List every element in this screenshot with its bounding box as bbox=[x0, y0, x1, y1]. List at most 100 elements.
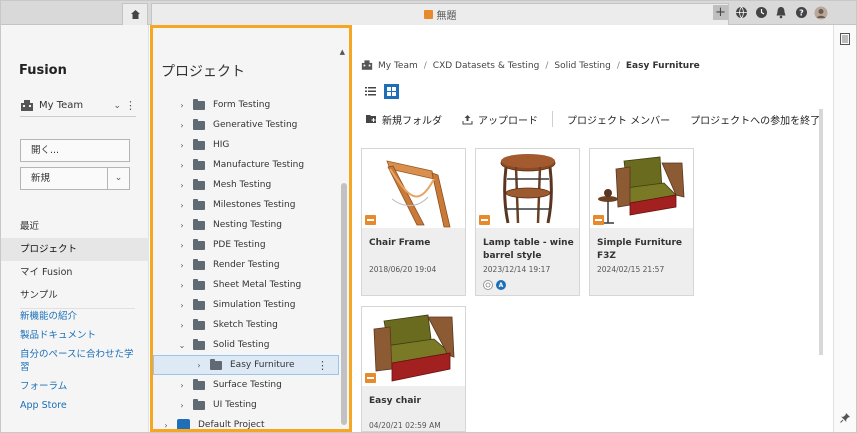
chevron-right-icon[interactable]: › bbox=[177, 401, 187, 410]
help-icon[interactable]: ? bbox=[794, 6, 808, 20]
tree-item-label: Simulation Testing bbox=[213, 300, 296, 310]
bell-icon[interactable] bbox=[774, 6, 788, 20]
tree-item-folder[interactable]: › Sketch Testing bbox=[153, 315, 339, 335]
folder-icon bbox=[193, 238, 205, 250]
svg-text:?: ? bbox=[799, 9, 804, 18]
design-thumbnail bbox=[362, 307, 465, 386]
chevron-right-icon[interactable]: › bbox=[177, 321, 187, 330]
tree-item-folder[interactable]: › Nesting Testing bbox=[153, 215, 339, 235]
chevron-down-icon[interactable]: ⌄ bbox=[177, 341, 187, 350]
tree-item-project[interactable]: › Default Project bbox=[153, 415, 339, 430]
leave-project-button[interactable]: プロジェクトへの参加を終了 bbox=[690, 112, 820, 127]
panel-icon[interactable] bbox=[839, 33, 851, 45]
link-app-store[interactable]: App Store bbox=[1, 399, 149, 412]
design-card[interactable]: Chair Frame 2018/06/20 19:04 bbox=[361, 148, 466, 296]
nav-item-projects[interactable]: プロジェクト bbox=[1, 238, 149, 261]
tree-item-folder[interactable]: ⌄ Solid Testing bbox=[153, 335, 339, 355]
chevron-right-icon[interactable]: › bbox=[177, 261, 187, 270]
upload-button[interactable]: アップロード bbox=[462, 112, 538, 127]
chevron-right-icon[interactable]: › bbox=[177, 201, 187, 210]
fusion-file-icon bbox=[365, 373, 376, 383]
scroll-up-arrow-icon[interactable]: ▲ bbox=[340, 48, 345, 56]
tree-scrollbar[interactable] bbox=[341, 183, 347, 425]
tree-item-folder[interactable]: › Sheet Metal Testing bbox=[153, 275, 339, 295]
home-tab[interactable] bbox=[122, 3, 148, 25]
tree-item-folder[interactable]: › Surface Testing bbox=[153, 375, 339, 395]
new-folder-button[interactable]: 新規フォルダ bbox=[366, 112, 442, 127]
folder-icon bbox=[193, 138, 205, 150]
document-tab[interactable]: 無題 × bbox=[151, 3, 729, 25]
design-card[interactable]: Easy chair 04/20/21 02:59 AM bbox=[361, 306, 466, 432]
left-navigation: Fusion My Team ⌄ ⋮ 開く... 新規 ⌄ 最近 プロジェクト … bbox=[1, 25, 149, 432]
main-scrollbar[interactable] bbox=[819, 109, 823, 355]
tree-item-folder[interactable]: › PDE Testing bbox=[153, 235, 339, 255]
folder-icon bbox=[193, 118, 205, 130]
design-thumbnail bbox=[476, 149, 579, 228]
team-kebab-icon[interactable]: ⋮ bbox=[125, 99, 136, 112]
chevron-right-icon[interactable]: › bbox=[177, 221, 187, 230]
chevron-right-icon[interactable]: › bbox=[194, 361, 204, 370]
link-whats-new[interactable]: 新機能の紹介 bbox=[1, 310, 149, 323]
chevron-right-icon[interactable]: › bbox=[177, 101, 187, 110]
tree-item-folder[interactable]: › UI Testing bbox=[153, 395, 339, 415]
open-button[interactable]: 開く... bbox=[20, 139, 130, 162]
list-view-icon[interactable] bbox=[363, 84, 378, 99]
tree-item-label: Sketch Testing bbox=[213, 320, 278, 330]
chevron-right-icon[interactable]: › bbox=[161, 421, 171, 430]
chevron-right-icon[interactable]: › bbox=[177, 141, 187, 150]
grid-view-icon[interactable] bbox=[384, 84, 399, 99]
design-date: 2023/12/14 19:17 bbox=[483, 265, 551, 274]
upload-icon bbox=[462, 114, 473, 124]
breadcrumb-item-team[interactable]: My Team bbox=[378, 61, 418, 71]
team-selector[interactable]: My Team ⌄ ⋮ bbox=[20, 95, 136, 117]
tree-item-folder[interactable]: › Simulation Testing bbox=[153, 295, 339, 315]
design-card[interactable]: Simple Furniture F3Z 2024/02/15 21:57 bbox=[589, 148, 694, 296]
design-thumbnail bbox=[590, 149, 693, 228]
chevron-right-icon[interactable]: › bbox=[177, 121, 187, 130]
new-dropdown-chevron-icon[interactable]: ⌄ bbox=[108, 167, 130, 190]
new-tab-button[interactable]: + bbox=[713, 5, 728, 20]
chevron-right-icon[interactable]: › bbox=[177, 161, 187, 170]
project-members-button[interactable]: プロジェクト メンバー bbox=[567, 112, 670, 127]
globe-icon[interactable] bbox=[734, 6, 748, 20]
tree-item-folder[interactable]: › Mesh Testing bbox=[153, 175, 339, 195]
tree-item-label: Nesting Testing bbox=[213, 220, 282, 230]
clock-icon[interactable] bbox=[754, 6, 768, 20]
tree-title: プロジェクト bbox=[161, 64, 245, 80]
nav-item-my-fusion[interactable]: マイ Fusion bbox=[1, 261, 149, 284]
design-card[interactable]: Lamp table - wine barrel style 2023/12/1… bbox=[475, 148, 580, 296]
tree-item-folder[interactable]: › Easy Furniture ⋮ bbox=[153, 355, 339, 375]
tree-item-folder[interactable]: › Form Testing bbox=[153, 95, 339, 115]
nav-item-samples[interactable]: サンプル bbox=[1, 284, 149, 307]
home-icon bbox=[130, 10, 140, 19]
chevron-right-icon[interactable]: › bbox=[177, 281, 187, 290]
nav-item-recent[interactable]: 最近 bbox=[1, 215, 149, 238]
tree-item-folder[interactable]: › Generative Testing bbox=[153, 115, 339, 135]
design-name: Lamp table - wine barrel style bbox=[483, 238, 574, 261]
tree-item-folder[interactable]: › Render Testing bbox=[153, 255, 339, 275]
main-content: My Team / CXD Datasets & Testing / Solid… bbox=[353, 25, 833, 432]
breadcrumb-item-hub[interactable]: CXD Datasets & Testing bbox=[433, 61, 540, 71]
row-kebab-icon[interactable]: ⋮ bbox=[317, 359, 328, 372]
chevron-right-icon[interactable]: › bbox=[177, 181, 187, 190]
chevron-right-icon[interactable]: › bbox=[177, 301, 187, 310]
tree-item-folder[interactable]: › Milestones Testing bbox=[153, 195, 339, 215]
chevron-down-icon[interactable]: ⌄ bbox=[113, 101, 121, 111]
tree-item-label: Solid Testing bbox=[213, 340, 270, 350]
chevron-right-icon[interactable]: › bbox=[177, 241, 187, 250]
breadcrumb-separator: / bbox=[545, 60, 549, 71]
pin-icon[interactable] bbox=[839, 411, 851, 423]
breadcrumb-item-project[interactable]: Solid Testing bbox=[554, 61, 610, 71]
chevron-right-icon[interactable]: › bbox=[177, 381, 187, 390]
tree-item-folder[interactable]: › HIG bbox=[153, 135, 339, 155]
tree-item-label: Sheet Metal Testing bbox=[213, 280, 302, 290]
fusion-file-icon bbox=[365, 215, 376, 225]
link-forum[interactable]: フォーラム bbox=[1, 380, 149, 393]
new-button[interactable]: 新規 bbox=[20, 167, 108, 190]
link-product-docs[interactable]: 製品ドキュメント bbox=[1, 329, 149, 342]
link-self-paced-learning[interactable]: 自分のペースに合わせた学習 bbox=[1, 348, 149, 374]
folder-icon bbox=[193, 198, 205, 210]
user-avatar-icon[interactable] bbox=[814, 6, 828, 20]
team-icon bbox=[361, 60, 373, 70]
tree-item-folder[interactable]: › Manufacture Testing bbox=[153, 155, 339, 175]
